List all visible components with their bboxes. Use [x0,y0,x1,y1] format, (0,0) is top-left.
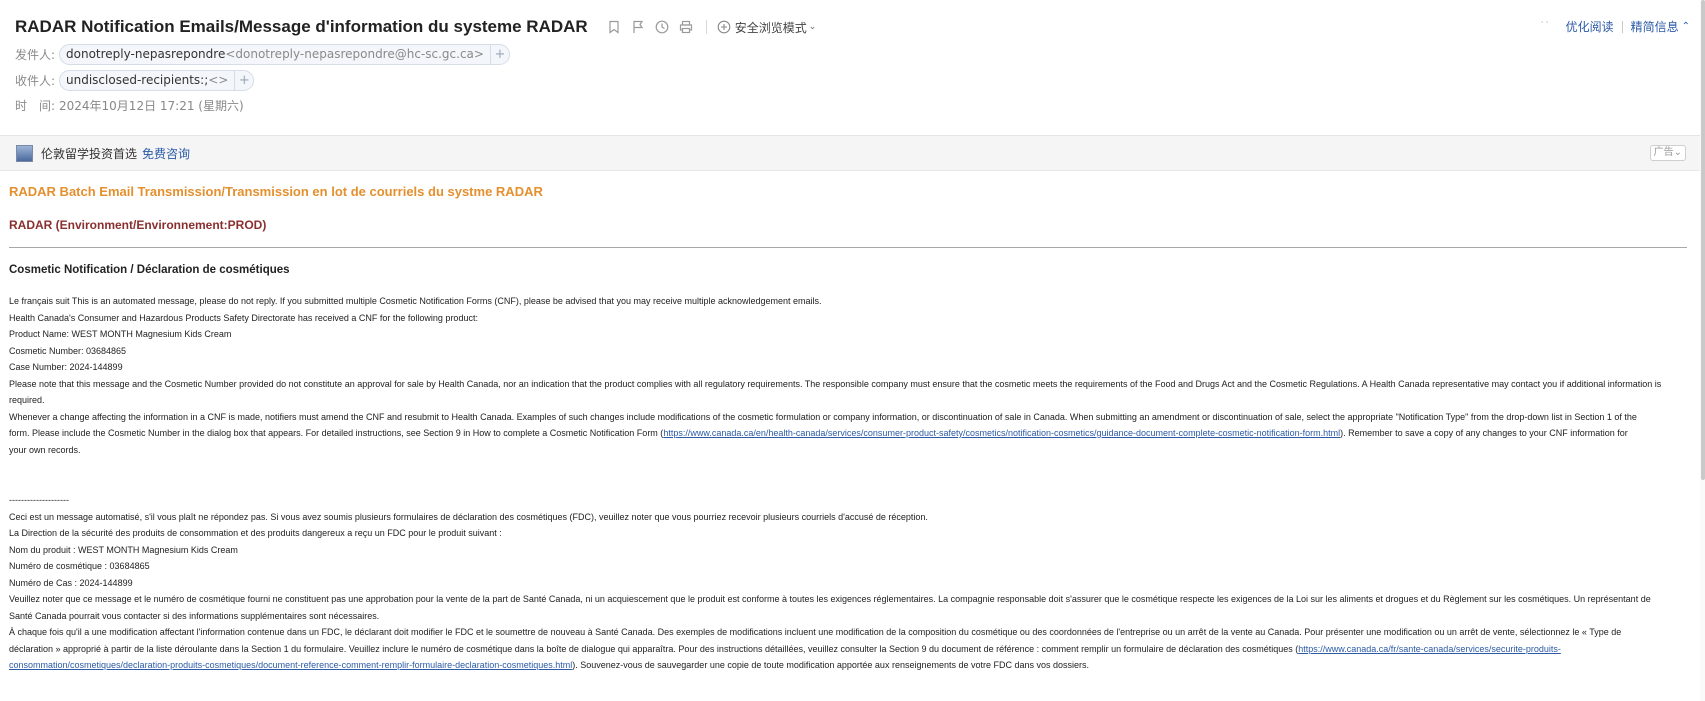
ad-tag-label: 广告 [1653,147,1674,158]
email-header: RADAR Notification Emails/Message d'info… [0,0,1700,135]
subject-toolbar: 安全浏览模式 ⌄ [604,17,817,37]
en-text: ). Remember to save a copy of any change… [1340,428,1628,438]
fr-text: ). Souvenez-vous de sauvegarder une copi… [572,660,1090,670]
environment-label: RADAR (Environment/Environnement:PROD) [9,218,267,232]
divider-text: -------------------- [9,495,69,505]
section-title: Cosmetic Notification / Déclaration de c… [9,264,290,276]
ad-banner: 伦敦留学投资首选 免费咨询 广告⌄ [0,135,1700,171]
fr-line: À chaque fois qu'il a une modification a… [9,627,1622,637]
en-line: Health Canada's Consumer and Hazardous P… [9,312,478,323]
sender-address: <donotreply-nepasrepondre@hc-sc.gc.ca> [225,47,484,61]
sent-time: 2024年10月12日 17:21 (星期六) [59,98,244,113]
en-guidance-link[interactable]: https://www.canada.ca/en/health-canada/s… [663,428,1340,438]
en-line: form. Please include the Cosmetic Number… [9,425,1689,442]
en-case-number: Case Number: 2024-144899 [9,362,123,372]
recipient-address: <> [208,73,229,87]
optimize-reading-link[interactable]: 优化阅读 [1566,18,1614,35]
horizontal-rule [9,247,1687,248]
french-message: -------------------- Ceci est un message… [9,492,1689,674]
toolbar-divider [705,20,707,34]
sender-name: donotreply-nepasrepondre [66,47,226,61]
clock-icon[interactable] [652,17,672,37]
header-actions: ˙˙ 优化阅读 精简信息 ⌃ [1540,18,1690,35]
actions-divider [1621,20,1623,33]
en-line: Whenever a change affecting the informat… [9,411,1637,422]
from-label: 发件人: [15,47,56,62]
chevron-up-icon[interactable]: ⌃ [1682,21,1690,32]
fr-line: consommation/cosmetiques/declaration-pro… [9,657,1689,674]
fr-line: Ceci est un message automatisé, s'il vou… [9,511,928,522]
fr-case-number: Numéro de Cas : 2024-144899 [9,577,133,588]
fr-text: déclaration » approprié à partir de la l… [9,643,1299,654]
to-label: 收件人: [15,73,56,88]
english-message: Le français suit This is an automated me… [9,293,1689,458]
print-icon[interactable] [676,17,696,37]
to-row: 收件人: undisclosed-recipients:; <> + [15,69,255,91]
more-icon[interactable]: ˙˙ [1540,21,1550,32]
time-label: 时 间: [15,98,56,113]
subject-row: RADAR Notification Emails/Message d'info… [15,14,816,40]
en-line: Le français suit This is an automated me… [9,296,822,306]
ad-tag[interactable]: 广告⌄ [1649,145,1686,161]
fr-cosmetic-number: Numéro de cosmétique : 03684865 [9,561,150,571]
fr-guidance-link-cont[interactable]: consommation/cosmetiques/declaration-pro… [9,660,572,670]
fr-line: Santé Canada pourrait vous contacter si … [9,610,380,621]
sender-chip[interactable]: donotreply-nepasrepondre <donotreply-nep… [59,43,510,65]
ad-image-icon [16,144,33,162]
recipient-name: undisclosed-recipients:; [66,73,209,87]
en-line: your own records. [9,444,81,455]
fr-guidance-link[interactable]: https://www.canada.ca/fr/sante-canada/se… [1298,644,1561,654]
shield-plus-icon [717,20,731,34]
ad-text[interactable]: 伦敦留学投资首选 [41,145,137,162]
en-line: required. [9,395,45,405]
ad-consult-link[interactable]: 免费咨询 [142,145,190,162]
en-text: form. Please include the Cosmetic Number… [9,428,664,438]
vertical-scrollbar[interactable] [1700,0,1705,701]
recipient-chip[interactable]: undisclosed-recipients:; <> + [59,69,255,91]
bookmark-icon[interactable] [604,17,624,37]
fr-line: Veuillez noter que ce message et le numé… [9,594,1651,604]
en-line: Please note that this message and the Co… [9,378,1662,389]
fr-line: déclaration » approprié à partir de la l… [9,641,1689,658]
batch-title: RADAR Batch Email Transmission/Transmiss… [9,184,543,199]
from-row: 发件人: donotreply-nepasrepondre <donotrepl… [15,43,510,65]
en-product-name: Product Name: WEST MONTH Magnesium Kids … [9,329,232,339]
safe-mode-label: 安全浏览模式 [734,20,807,35]
time-row: 时 间: 2024年10月12日 17:21 (星期六) [15,94,244,116]
chevron-down-icon: ⌄ [808,22,817,32]
flag-icon[interactable] [628,17,648,37]
scrollbar-thumb[interactable] [1701,0,1705,480]
safe-mode-dropdown[interactable]: 安全浏览模式 ⌄ [717,19,817,36]
add-recipient-contact-button[interactable]: + [234,70,253,90]
en-cosmetic-number: Cosmetic Number: 03684865 [9,345,127,356]
add-sender-contact-button[interactable]: + [489,44,509,64]
fr-product-name: Nom du produit : WEST MONTH Magnesium Ki… [9,544,238,555]
brief-info-link[interactable]: 精简信息 [1631,18,1679,35]
email-subject: RADAR Notification Emails/Message d'info… [15,17,588,36]
fr-line: La Direction de la sécurité des produits… [9,528,502,538]
